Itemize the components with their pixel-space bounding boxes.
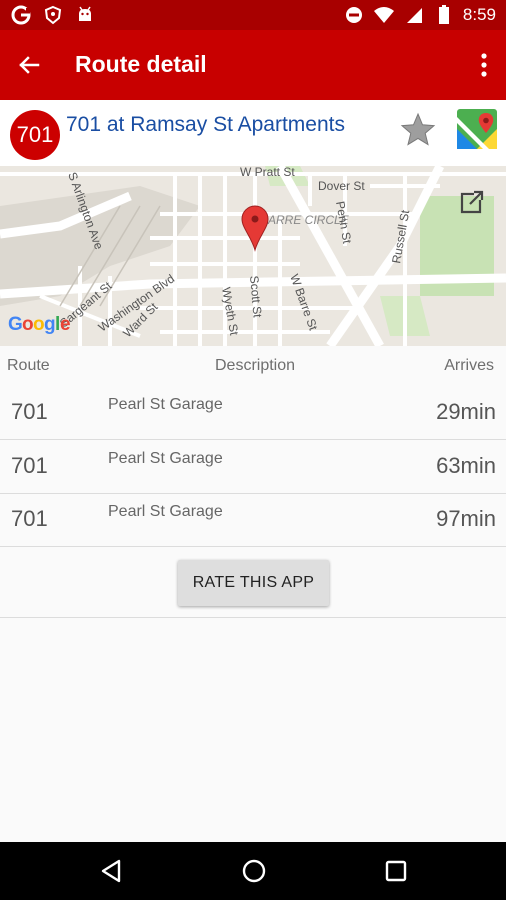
row-arrives: 63min: [436, 453, 496, 478]
svg-text:o: o: [22, 314, 34, 335]
google-maps-icon[interactable]: [457, 109, 497, 149]
row-arrives: 97min: [436, 506, 496, 531]
stop-name: 701 at Ramsay St Apartments: [66, 113, 345, 136]
svg-text:G: G: [8, 314, 23, 335]
row-description: Pearl St Garage: [108, 396, 223, 413]
table-header: Route Description Arrives: [0, 346, 506, 386]
signal-icon: [403, 4, 425, 26]
battery-icon: [433, 4, 455, 26]
page-title: Route detail: [75, 51, 207, 77]
google-logo: G o o g l e: [8, 314, 71, 335]
header-arrives: Arrives: [444, 357, 494, 374]
rate-app-button[interactable]: RATE THIS APP: [178, 560, 329, 606]
table-row[interactable]: 701 Pearl St Garage 97min: [0, 493, 506, 547]
system-nav-bar: [0, 842, 506, 900]
android-bot-icon: [74, 4, 96, 26]
nav-back-icon[interactable]: [97, 856, 127, 886]
map-street-label: Dover St: [318, 179, 365, 193]
star-icon[interactable]: [400, 112, 436, 148]
brave-shield-icon: [42, 4, 64, 26]
row-route: 701: [11, 506, 48, 531]
row-arrives: 29min: [436, 399, 496, 424]
wifi-icon: [373, 4, 395, 26]
nav-home-icon[interactable]: [239, 856, 269, 886]
map-street-label: W Pratt St: [240, 166, 295, 179]
arrow-back-icon[interactable]: [14, 50, 44, 80]
header-description: Description: [215, 357, 296, 374]
do-not-disturb-icon: [343, 4, 365, 26]
row-description: Pearl St Garage: [108, 503, 223, 520]
row-route: 701: [11, 399, 48, 424]
svg-text:g: g: [44, 314, 56, 335]
app-bar: Route detail: [0, 30, 506, 100]
more-vert-icon[interactable]: [476, 50, 492, 80]
rate-section: RATE THIS APP: [0, 546, 506, 618]
status-time: 8:59: [462, 5, 496, 24]
route-badge: 701: [10, 110, 60, 160]
table-row[interactable]: 701 Pearl St Garage 29min: [0, 386, 506, 440]
row-route: 701: [11, 453, 48, 478]
svg-text:e: e: [60, 314, 71, 335]
nav-recents-icon[interactable]: [381, 856, 411, 886]
svg-text:o: o: [33, 314, 45, 335]
row-description: Pearl St Garage: [108, 450, 223, 467]
stop-header: 701 701 at Ramsay St Apartments: [0, 100, 506, 166]
table-row[interactable]: 701 Pearl St Garage 63min: [0, 440, 506, 494]
google-g-icon: [10, 4, 32, 26]
status-bar: 8:59: [0, 0, 506, 30]
map-view[interactable]: W Pratt St Dover St BARRE CIRCLE Penn St…: [0, 166, 506, 346]
header-route: Route: [7, 357, 50, 374]
